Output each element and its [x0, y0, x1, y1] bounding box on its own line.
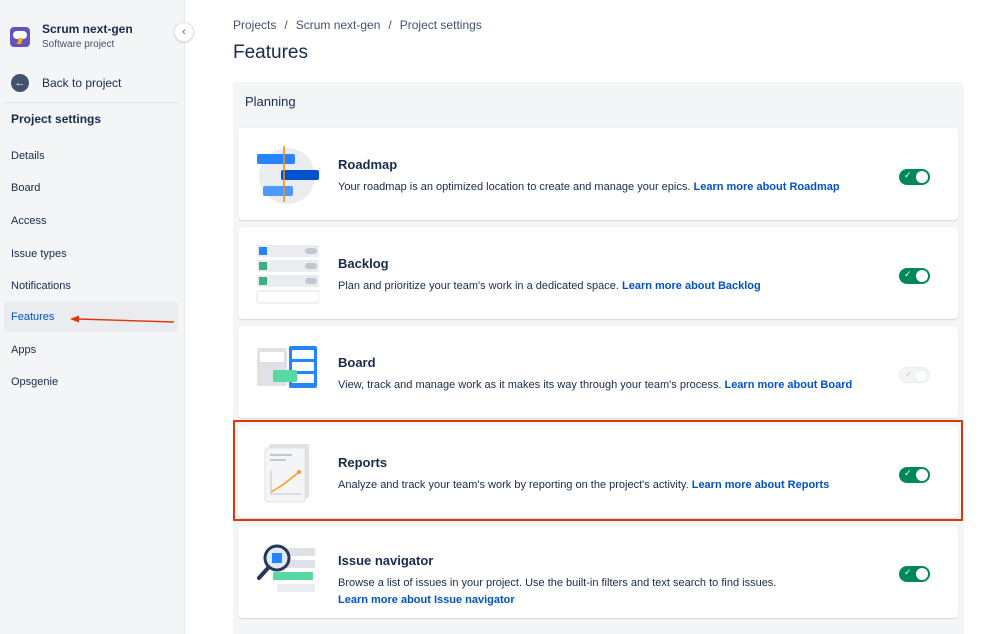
check-icon: ✓	[904, 269, 912, 279]
learn-more-roadmap-link[interactable]: Learn more about Roadmap	[693, 181, 839, 193]
breadcrumb-project-settings[interactable]: Project settings	[400, 18, 482, 32]
project-type: Software project	[42, 39, 115, 50]
issue-navigator-toggle[interactable]: ✓	[899, 566, 930, 582]
back-to-project-link[interactable]: ← Back to project	[11, 73, 176, 93]
check-icon: ✓	[904, 567, 912, 577]
check-icon: ✓	[905, 369, 913, 379]
learn-more-issue-navigator-link[interactable]: Learn more about Issue navigator	[338, 594, 515, 606]
feature-card-board: Board View, track and manage work as it …	[238, 326, 958, 418]
feature-card-issue-navigator: Issue navigator Browse a list of issues …	[238, 526, 958, 618]
feature-card-reports: Reports Analyze and track your team's wo…	[238, 426, 958, 518]
feature-description: View, track and manage work as it makes …	[338, 377, 858, 394]
breadcrumb-separator: /	[284, 18, 288, 32]
board-illustration-icon	[257, 346, 317, 388]
feature-name: Issue navigator	[338, 553, 434, 568]
backlog-illustration-icon	[256, 245, 319, 304]
sidebar-item-opsgenie[interactable]: Opsgenie	[4, 366, 178, 397]
feature-card-roadmap: Roadmap Your roadmap is an optimized loc…	[238, 128, 958, 220]
planning-heading: Planning	[245, 94, 296, 109]
sidebar-item-apps[interactable]: Apps	[4, 334, 178, 365]
feature-description: Analyze and track your team's work by re…	[338, 477, 858, 494]
feature-description: Browse a list of issues in your project.…	[338, 575, 858, 609]
feature-name: Roadmap	[338, 157, 398, 172]
back-to-project-label: Back to project	[42, 76, 122, 90]
learn-more-board-link[interactable]: Learn more about Board	[724, 379, 852, 391]
feature-name: Reports	[338, 455, 388, 470]
page-title: Features	[233, 42, 308, 63]
learn-more-backlog-link[interactable]: Learn more about Backlog	[622, 280, 761, 292]
feature-description-text: View, track and manage work as it makes …	[338, 379, 725, 391]
check-icon: ✓	[904, 468, 912, 478]
project-avatar-icon	[10, 27, 30, 47]
reports-illustration-icon	[264, 444, 309, 503]
feature-description-text: Plan and prioritize your team's work in …	[338, 280, 622, 292]
feature-description: Plan and prioritize your team's work in …	[338, 278, 858, 295]
roadmap-illustration-icon	[257, 146, 319, 204]
breadcrumb-separator: /	[388, 18, 392, 32]
feature-card-backlog: Backlog Plan and prioritize your team's …	[238, 227, 958, 319]
sidebar-item-access[interactable]: Access	[4, 205, 178, 236]
project-header[interactable]: Scrum next-gen Software project	[10, 22, 170, 54]
feature-name: Backlog	[338, 256, 389, 271]
annotation-arrow-icon	[70, 315, 174, 323]
sidebar-item-board[interactable]: Board	[4, 172, 178, 203]
board-toggle[interactable]: ✓	[899, 367, 930, 383]
project-settings-heading: Project settings	[11, 112, 102, 126]
issue-navigator-illustration-icon	[257, 544, 315, 592]
breadcrumb: Projects / Scrum next-gen / Project sett…	[233, 18, 482, 32]
roadmap-toggle[interactable]: ✓	[899, 169, 930, 185]
feature-description-text: Analyze and track your team's work by re…	[338, 479, 692, 491]
arrow-left-icon: ←	[11, 74, 29, 92]
feature-description: Your roadmap is an optimized location to…	[338, 179, 858, 196]
sidebar-item-issue-types[interactable]: Issue types	[4, 238, 178, 269]
reports-toggle[interactable]: ✓	[899, 467, 930, 483]
feature-description-text: Browse a list of issues in your project.…	[338, 577, 777, 589]
breadcrumb-project[interactable]: Scrum next-gen	[296, 18, 381, 32]
breadcrumb-projects[interactable]: Projects	[233, 18, 276, 32]
check-icon: ✓	[904, 170, 912, 180]
collapse-sidebar-button[interactable]: ‹	[174, 22, 194, 42]
backlog-toggle[interactable]: ✓	[899, 268, 930, 284]
project-name: Scrum next-gen	[42, 22, 133, 36]
feature-description-text: Your roadmap is an optimized location to…	[338, 181, 694, 193]
chevron-left-icon: ‹	[182, 26, 186, 38]
sidebar-divider	[5, 102, 178, 103]
sidebar-item-notifications[interactable]: Notifications	[4, 270, 178, 301]
sidebar-item-details[interactable]: Details	[4, 140, 178, 171]
learn-more-reports-link[interactable]: Learn more about Reports	[692, 479, 830, 491]
feature-name: Board	[338, 355, 376, 370]
